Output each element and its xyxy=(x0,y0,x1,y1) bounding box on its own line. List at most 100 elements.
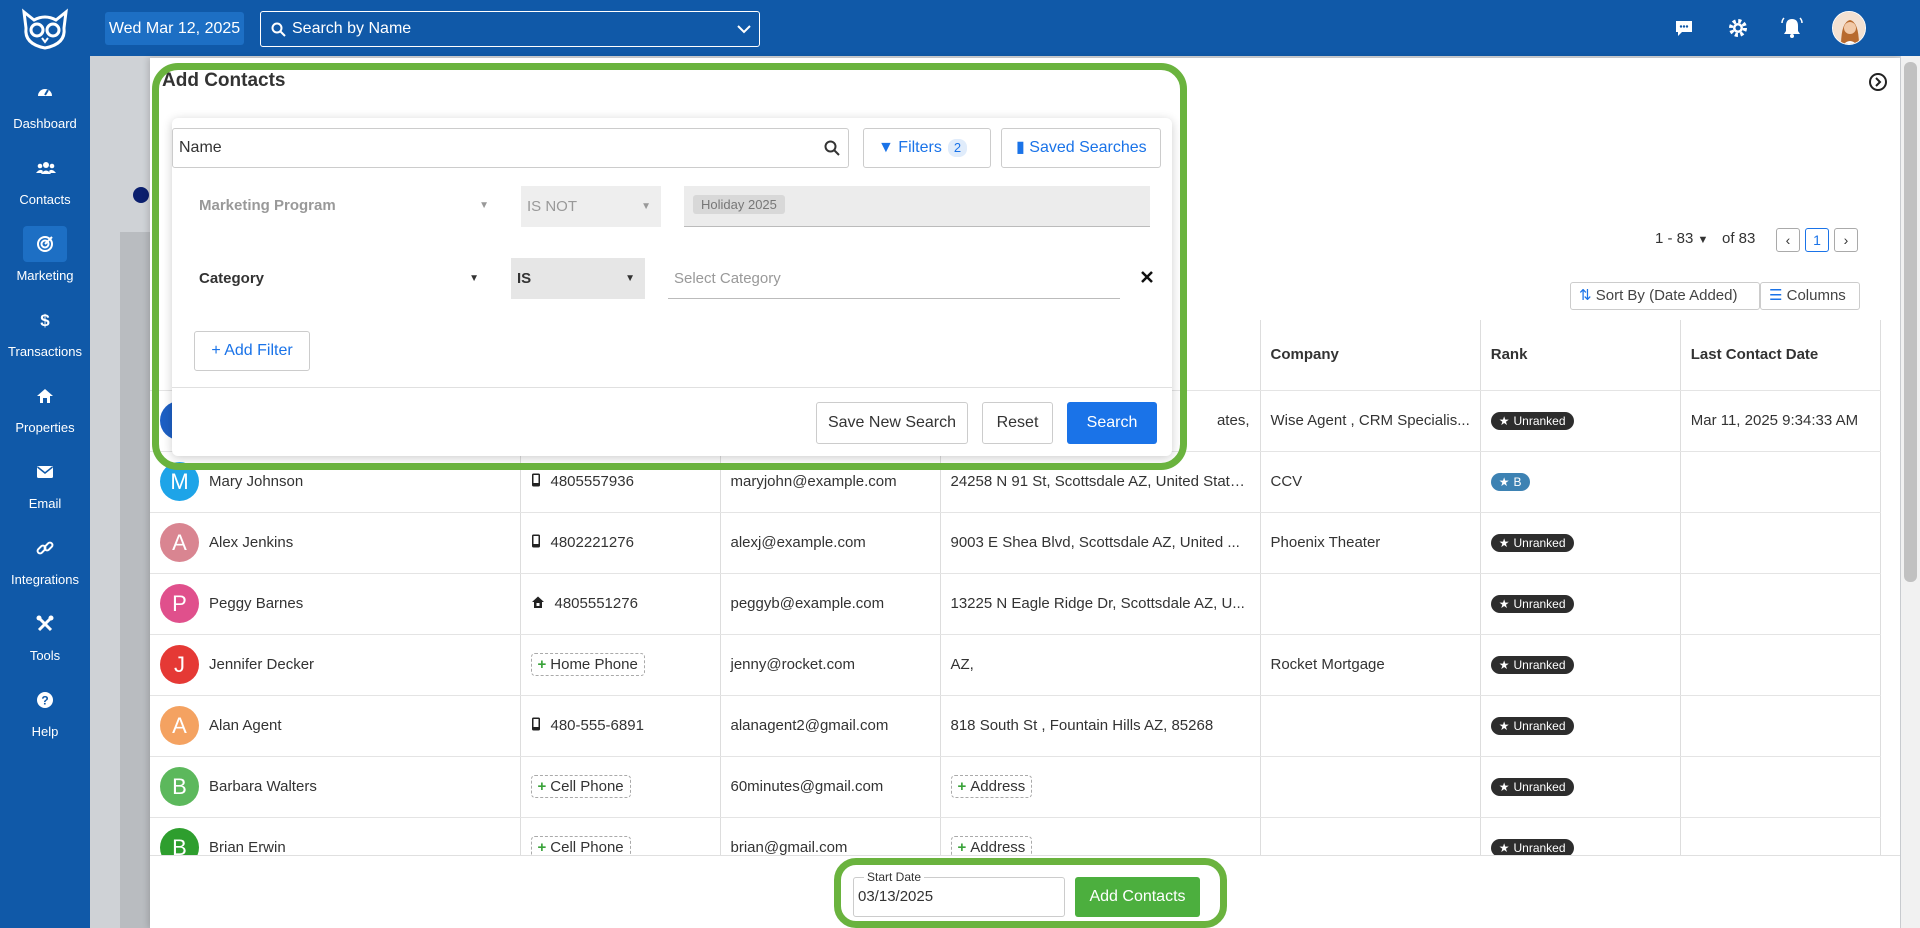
last-contact-cell xyxy=(1680,634,1881,696)
plus-icon: + xyxy=(537,839,547,856)
contact-name[interactable]: Brian Erwin xyxy=(209,839,286,856)
add-address-chip[interactable]: + Address xyxy=(950,775,1033,798)
sidebar-item-transactions[interactable]: $ Transactions xyxy=(0,294,90,370)
mobile-phone-icon xyxy=(531,534,541,552)
chevron-down-icon xyxy=(737,25,751,34)
global-search-dropdown[interactable]: Search by Name xyxy=(260,11,760,47)
medal-icon: ★ xyxy=(1498,840,1510,855)
column-header-company[interactable]: Company xyxy=(1260,320,1481,391)
plus-icon: + xyxy=(537,778,547,795)
medal-icon: ★ xyxy=(1498,596,1510,611)
email-cell: jenny@rocket.com xyxy=(720,634,941,696)
address-label: Address xyxy=(970,839,1026,856)
rank-label: Unranked xyxy=(1513,413,1566,428)
add-phone-chip[interactable]: + Home Phone xyxy=(530,653,645,676)
rank-label: Unranked xyxy=(1513,779,1566,794)
sidebar-item-label: Transactions xyxy=(8,344,82,359)
company-cell: Wise Agent , CRM Specialis... xyxy=(1260,390,1481,452)
panel-collapse-icon[interactable] xyxy=(1868,72,1888,92)
global-search-placeholder: Search by Name xyxy=(292,20,412,37)
sort-button[interactable]: ⇅ Sort By (Date Added) xyxy=(1570,282,1760,310)
columns-label: Columns xyxy=(1786,287,1846,304)
contact-name[interactable]: Alex Jenkins xyxy=(209,534,293,551)
mobile-phone-icon xyxy=(531,473,541,491)
last-contact-cell xyxy=(1680,451,1881,513)
date-button[interactable]: Wed Mar 12, 2025 xyxy=(105,12,244,45)
sidebar-item-contacts[interactable]: Contacts xyxy=(0,142,90,218)
marketing-icon xyxy=(37,236,53,252)
contact-avatar: J xyxy=(160,645,199,684)
rank-label: Unranked xyxy=(1513,596,1566,611)
sort-icon: ⇅ xyxy=(1579,287,1592,304)
contact-name[interactable]: Peggy Barnes xyxy=(209,595,303,612)
rank-badge: ★ Unranked xyxy=(1490,411,1574,430)
contact-name[interactable]: Alan Agent xyxy=(209,717,282,734)
rank-badge: ★ Unranked xyxy=(1490,777,1574,796)
medal-icon: ★ xyxy=(1498,718,1510,733)
rank-label: Unranked xyxy=(1513,718,1566,733)
rank-badge: ★ Unranked xyxy=(1490,716,1574,735)
email-cell: alanagent2@gmail.com xyxy=(720,695,941,757)
sidebar-item-marketing[interactable]: Marketing xyxy=(0,218,90,294)
highlight-outline-footer xyxy=(834,858,1227,928)
rank-badge: ★ Unranked xyxy=(1490,533,1574,552)
rank-badge: ★ B xyxy=(1490,472,1530,491)
address-text: 24258 N 91 St, Scottsdale AZ, United Sta… xyxy=(950,473,1251,490)
table-row[interactable]: B Barbara Walters + Cell Phone 60minutes@gma… xyxy=(150,756,1881,818)
sidebar-item-tools[interactable]: Tools xyxy=(0,598,90,674)
sidebar: Dashboard Contacts Marketing $ Transacti… xyxy=(0,56,90,928)
address-label: Address xyxy=(970,778,1026,795)
company-cell: Phoenix Theater xyxy=(1260,512,1481,574)
rank-label: Unranked xyxy=(1513,535,1566,550)
prev-page-button[interactable]: ‹ xyxy=(1776,228,1800,252)
chat-icon[interactable] xyxy=(1670,14,1698,42)
sort-label: Sort By (Date Added) xyxy=(1595,287,1738,304)
table-row[interactable]: A Alan Agent 480-555-6891 alanagent2@gmail.… xyxy=(150,695,1881,757)
columns-button[interactable]: ☰ Columns xyxy=(1760,282,1860,310)
phone-label: Cell Phone xyxy=(550,839,624,856)
email-cell: 60minutes@gmail.com xyxy=(720,756,941,818)
sidebar-item-help[interactable]: ? Help xyxy=(0,674,90,750)
pagination-range-text: 1 - 83 xyxy=(1655,230,1694,247)
contact-avatar: A xyxy=(160,523,199,562)
plus-icon: + xyxy=(537,656,547,673)
table-row[interactable]: P Peggy Barnes 4805551276 peggyb@example.co… xyxy=(150,573,1881,635)
sidebar-item-label: Integrations xyxy=(11,572,79,587)
pagination-range[interactable]: 1 - 83 ▼ xyxy=(1655,230,1708,247)
owl-logo-icon[interactable] xyxy=(18,8,72,50)
email-cell: alexj@example.com xyxy=(720,512,941,574)
plus-icon: + xyxy=(957,778,967,795)
gear-icon[interactable] xyxy=(1724,14,1752,42)
add-phone-chip[interactable]: + Cell Phone xyxy=(530,775,631,798)
rank-badge: ★ Unranked xyxy=(1490,838,1574,857)
contact-name[interactable]: Jennifer Decker xyxy=(209,656,314,673)
table-row[interactable]: J Jennifer Decker + Home Phone jenny@rocket.… xyxy=(150,634,1881,696)
phone-number: 4805551276 xyxy=(554,595,638,612)
column-header-last-contact-date[interactable]: Last Contact Date xyxy=(1680,320,1881,391)
rank-label: Unranked xyxy=(1513,840,1566,855)
dollar-icon: $ xyxy=(40,311,50,329)
contact-name[interactable]: Mary Johnson xyxy=(209,473,303,490)
address-text: AZ, xyxy=(950,656,974,673)
help-icon: ? xyxy=(37,692,53,708)
contact-name[interactable]: Barbara Walters xyxy=(209,778,317,795)
company-cell xyxy=(1260,573,1481,635)
background-dot xyxy=(133,187,149,203)
company-cell xyxy=(1260,695,1481,757)
address-text: 818 South St , Fountain Hills AZ, 85268 xyxy=(950,717,1214,734)
next-page-button[interactable]: › xyxy=(1834,228,1858,252)
company-cell: CCV xyxy=(1260,451,1481,513)
user-avatar[interactable] xyxy=(1832,11,1866,45)
phone-number: 4802221276 xyxy=(550,534,634,551)
company-cell: Rocket Mortgage xyxy=(1260,634,1481,696)
sidebar-item-email[interactable]: Email xyxy=(0,446,90,522)
table-row[interactable]: A Alex Jenkins 4802221276 alexj@example.com… xyxy=(150,512,1881,574)
scrollbar-thumb[interactable] xyxy=(1904,62,1917,582)
column-header-rank[interactable]: Rank xyxy=(1480,320,1681,391)
notification-bell-icon[interactable] xyxy=(1778,14,1806,42)
last-contact-cell xyxy=(1680,695,1881,757)
sidebar-item-dashboard[interactable]: Dashboard xyxy=(0,66,90,142)
sidebar-item-properties[interactable]: Properties xyxy=(0,370,90,446)
page-number-button[interactable]: 1 xyxy=(1805,228,1829,252)
sidebar-item-integrations[interactable]: Integrations xyxy=(0,522,90,598)
